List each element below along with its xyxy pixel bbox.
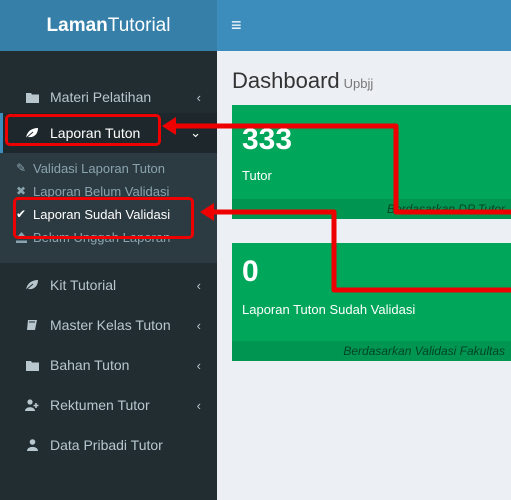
app-logo[interactable]: Laman Tutorial [0,0,217,51]
page-title: Dashboard Upbjj [232,68,373,94]
sidebar-item-master-kelas-tuton[interactable]: Master Kelas Tuton ‹ [0,305,217,345]
info-box-laporan-validasi: 0 Laporan Tuton Sudah Validasi Berdasark… [232,243,511,361]
sidebar-item-materi-pelatihan[interactable]: Materi Pelatihan ‹ [0,77,217,117]
logo-light-text: Tutorial [107,14,171,36]
box-number: 0 [242,255,259,288]
book-icon [25,319,39,331]
user-plus-icon [25,399,39,411]
sidebar-item-label: Master Kelas Tuton [50,317,171,333]
chevron-left-icon: ‹ [196,277,201,293]
box-label: Laporan Tuton Sudah Validasi [242,302,416,317]
box-footer[interactable]: Berdasarkan DP Tutor [232,199,511,219]
sidebar-item-label: Rektumen Tutor [50,397,150,413]
chevron-left-icon: ‹ [196,357,201,373]
sidebar-item-data-pribadi-tutor[interactable]: Data Pribadi Tutor [0,425,217,465]
page-subtitle: Upbjj [343,76,374,91]
page-title-text: Dashboard [232,68,340,93]
logo-bold-text: Laman [46,14,108,36]
sidebar-item-label: Bahan Tuton [50,357,130,373]
sidebar-item-label: Materi Pelatihan [50,89,152,105]
sidebar-item-kit-tutorial[interactable]: Kit Tutorial ‹ [0,265,217,305]
sidebar-item-label: Kit Tutorial [50,277,117,293]
box-number: 333 [242,123,293,156]
folder-icon [25,360,39,371]
edit-icon: ✎ [15,161,27,175]
info-box-tutor: 333 Tutor Berdasarkan DP Tutor [232,105,511,219]
box-footer[interactable]: Berdasarkan Validasi Fakultas [232,341,511,361]
sidebar-item-bahan-tuton[interactable]: Bahan Tuton ‹ [0,345,217,385]
submenu-item-validasi-laporan-tuton[interactable]: ✎ Validasi Laporan Tuton [0,157,217,179]
chevron-down-icon: ⌄ [190,125,201,140]
leaf-icon [25,279,39,291]
top-navbar: ≡ [217,0,511,51]
sidebar-item-label: Data Pribadi Tutor [50,437,163,453]
chevron-left-icon: ‹ [196,317,201,333]
highlight-laporan-sudah-validasi [13,197,194,239]
folder-icon [25,92,39,103]
chevron-left-icon: ‹ [196,89,201,105]
sidebar-item-rektumen-tutor[interactable]: Rektumen Tutor ‹ [0,385,217,425]
box-label: Tutor [242,168,272,183]
highlight-laporan-tuton [5,114,161,146]
times-icon: ✖ [15,184,27,198]
hamburger-icon[interactable]: ≡ [231,15,242,35]
chevron-left-icon: ‹ [196,397,201,413]
submenu-item-label: Validasi Laporan Tuton [33,160,166,176]
user-icon [25,439,39,451]
